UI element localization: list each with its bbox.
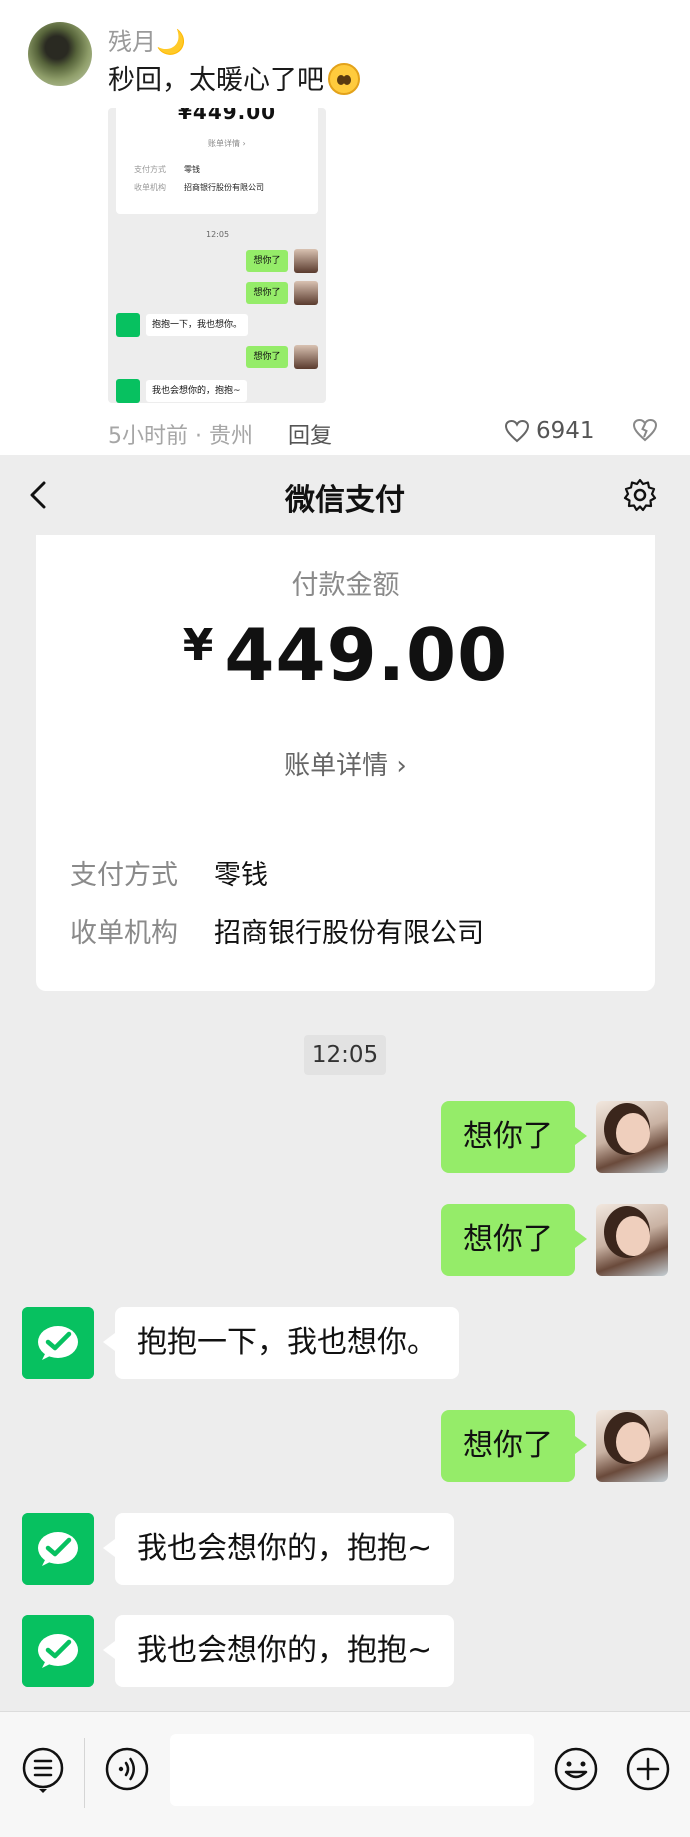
- pleading-face-emoji-icon: [328, 63, 360, 95]
- thumb-merchant-label: 收单机构: [134, 183, 166, 192]
- wechat-pay-icon[interactable]: [22, 1615, 94, 1687]
- screenshot-root: 残月🌙 秒回，太暖心了吧 ¥449.00 账单详情 › 支付方式 零钱 收单机构招…: [0, 0, 690, 1837]
- thumb-merchant-value: 招商银行股份有限公司: [184, 183, 264, 192]
- wechat-pay-icon[interactable]: [22, 1307, 94, 1379]
- thumb-row-method: 支付方式 零钱: [134, 164, 200, 175]
- voice-icon[interactable]: [104, 1746, 150, 1792]
- thumb-sent-bubble: 想你了: [246, 282, 288, 304]
- sent-message-bubble[interactable]: 想你了: [441, 1101, 587, 1173]
- payment-method-value: 零钱: [214, 860, 268, 891]
- thumb-wechat-pay-icon: [116, 379, 140, 403]
- comment-text-content: 秒回，太暖心了吧: [108, 65, 324, 96]
- thumb-received-bubble: 抱抱一下，我也想你。: [146, 314, 249, 336]
- payment-method-label: 支付方式: [70, 860, 178, 891]
- comment-item: 残月🌙 秒回，太暖心了吧 ¥449.00 账单详情 › 支付方式 零钱 收单机构 招…: [0, 0, 690, 455]
- like-button[interactable]: 6941: [504, 418, 595, 444]
- thumb-wechat-pay-icon: [116, 313, 140, 337]
- comment-image-thumbnail[interactable]: ¥449.00 账单详情 › 支付方式 零钱 收单机构 招商银行股份有限公司 12:…: [108, 108, 326, 403]
- thumb-timestamp: 12:05: [206, 230, 230, 239]
- wechat-pay-chat-screen: 微信支付 付款金额 ¥449.00 账单详情 › 支付方式 零钱 收单机构 招商…: [0, 455, 690, 1837]
- nav-title: 微信支付: [285, 483, 405, 518]
- message-input[interactable]: [170, 1734, 534, 1806]
- thumb-pay-card: ¥449.00 账单详情 › 支付方式 零钱 收单机构 招商银行股份有限公司: [116, 108, 318, 214]
- reply-button[interactable]: 回复: [288, 418, 332, 450]
- bill-detail-link[interactable]: 账单详情 ›: [36, 745, 655, 782]
- heart-icon: [504, 419, 530, 443]
- commenter-username[interactable]: 残月🌙: [108, 22, 186, 57]
- received-message-bubble[interactable]: 我也会想你的，抱抱~: [102, 1615, 455, 1687]
- merchant-label: 收单机构: [70, 918, 178, 949]
- thumb-amount: ¥449.00: [178, 108, 277, 124]
- input-bar-divider: [84, 1738, 85, 1808]
- thumb-user-avatar: [294, 345, 318, 369]
- sent-message-bubble[interactable]: 想你了: [441, 1410, 587, 1482]
- payment-amount-value: 449.00: [224, 613, 509, 697]
- user-avatar[interactable]: [596, 1101, 668, 1173]
- thumb-received-bubble: 我也会想你的，抱抱~: [146, 380, 247, 402]
- like-count: 6941: [536, 418, 595, 444]
- thumb-user-avatar: [294, 249, 318, 273]
- comment-meta: 5小时前 · 贵州: [108, 424, 253, 449]
- sent-message-bubble[interactable]: 想你了: [441, 1204, 587, 1276]
- received-message-bubble[interactable]: 我也会想你的，抱抱~: [102, 1513, 455, 1585]
- chat-timestamp: 12:05: [304, 1035, 386, 1075]
- chat-input-bar: [0, 1711, 690, 1837]
- thumb-row-merchant: 收单机构 招商银行股份有限公司: [134, 182, 264, 193]
- thumb-method-label: 支付方式: [134, 165, 166, 174]
- nav-bar: 微信支付: [0, 455, 690, 535]
- merchant-value: 招商银行股份有限公司: [214, 918, 484, 949]
- thumb-user-avatar: [294, 281, 318, 305]
- menu-list-icon[interactable]: [20, 1746, 66, 1794]
- payment-card: 付款金额 ¥449.00 账单详情 › 支付方式 零钱 收单机构 招商银行股份有…: [36, 535, 655, 991]
- commenter-avatar[interactable]: [28, 22, 92, 86]
- user-avatar[interactable]: [596, 1204, 668, 1276]
- payment-amount-label: 付款金额: [291, 570, 400, 601]
- heart-broken-icon[interactable]: [632, 418, 658, 442]
- thumb-bill-detail: 账单详情 ›: [208, 139, 246, 148]
- comment-text: 秒回，太暖心了吧: [108, 58, 360, 97]
- user-avatar[interactable]: [596, 1410, 668, 1482]
- payment-amount: ¥449.00: [36, 613, 655, 697]
- received-message-bubble[interactable]: 抱抱一下，我也想你。: [103, 1307, 459, 1379]
- currency-symbol: ¥: [182, 620, 215, 671]
- plus-icon[interactable]: [625, 1746, 671, 1792]
- wechat-pay-icon[interactable]: [22, 1513, 94, 1585]
- gear-icon[interactable]: [620, 475, 660, 515]
- thumb-sent-bubble: 想你了: [246, 346, 288, 368]
- thumb-method-value: 零钱: [184, 165, 200, 174]
- thumb-sent-bubble: 想你了: [246, 250, 288, 272]
- emoji-icon[interactable]: [553, 1746, 599, 1792]
